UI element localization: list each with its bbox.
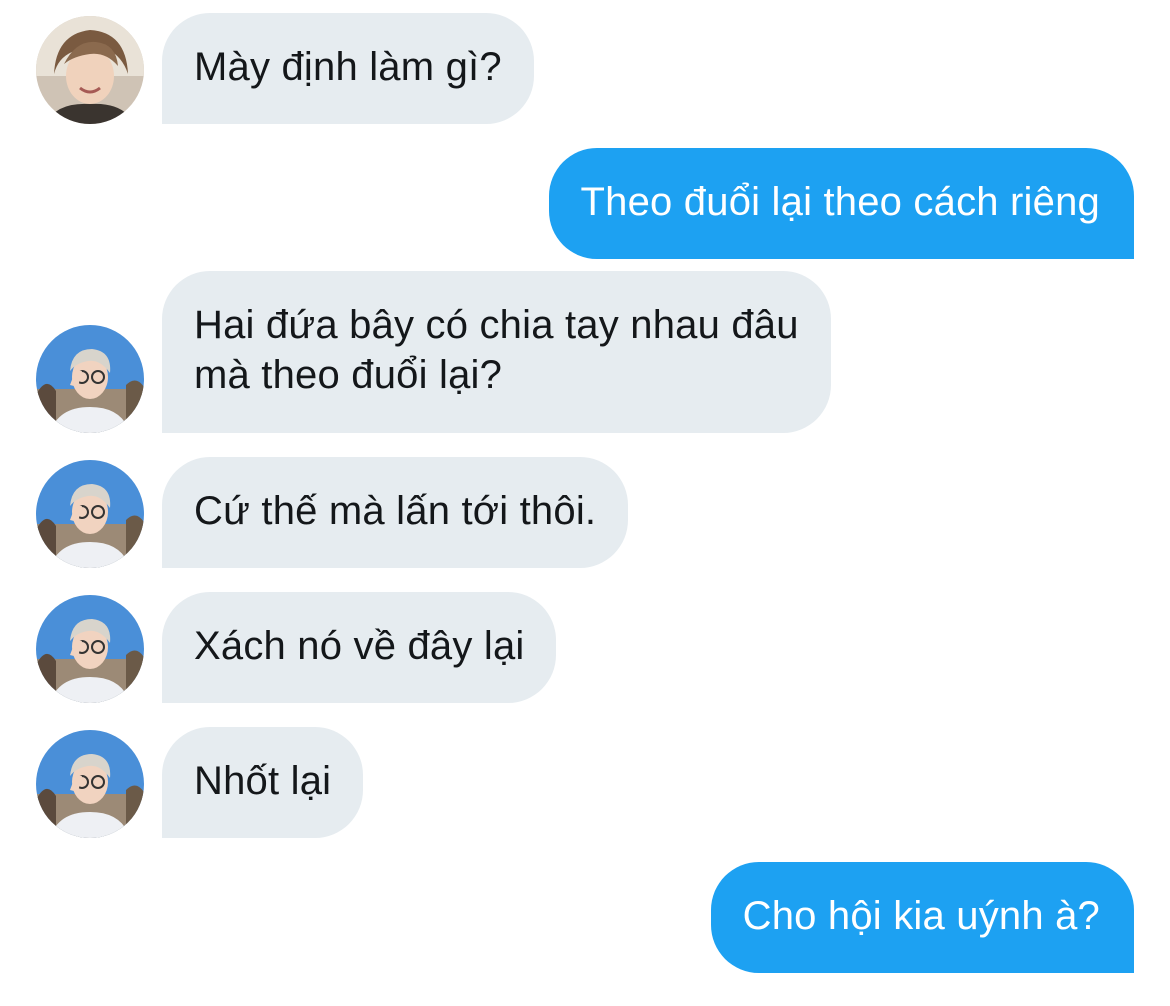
sender-avatar[interactable] xyxy=(36,460,144,568)
message-bubble-outgoing[interactable]: Theo đuổi lại theo cách riêng xyxy=(548,148,1134,259)
message-text-line: Hai đứa bây có chia tay nhau đâu xyxy=(194,303,799,347)
avatar-photo-icon xyxy=(36,460,144,568)
avatar-photo-icon xyxy=(36,325,144,433)
avatar-photo-icon xyxy=(36,730,144,838)
message-text: Theo đuổi lại theo cách riêng xyxy=(580,180,1100,224)
message-bubble-outgoing[interactable]: Cho hội kia uýnh à? xyxy=(710,862,1134,973)
message-text: Xách nó về đây lại xyxy=(194,624,525,668)
avatar-photo-icon xyxy=(36,16,144,124)
message-bubble-incoming[interactable]: Cứ thế mà lấn tới thôi. xyxy=(162,457,629,568)
sender-avatar[interactable] xyxy=(36,16,144,124)
message-bubble-incoming[interactable]: Nhốt lại xyxy=(162,727,364,838)
sender-avatar[interactable] xyxy=(36,325,144,433)
message-bubble-incoming[interactable]: Xách nó về đây lại xyxy=(162,592,557,703)
message-text: Cứ thế mà lấn tới thôi. xyxy=(194,489,597,533)
avatar-photo-icon xyxy=(36,595,144,703)
message-text: Mày định làm gì? xyxy=(194,45,502,89)
sender-avatar[interactable] xyxy=(36,595,144,703)
sender-avatar[interactable] xyxy=(36,730,144,838)
message-bubble-incoming[interactable]: Hai đứa bây có chia tay nhau đâu mà theo… xyxy=(162,271,831,433)
message-bubble-incoming[interactable]: Mày định làm gì? xyxy=(162,13,534,124)
message-text: Nhốt lại xyxy=(194,759,332,803)
message-text-line: mà theo đuổi lại? xyxy=(194,353,503,397)
message-text: Cho hội kia uýnh à? xyxy=(742,894,1100,938)
